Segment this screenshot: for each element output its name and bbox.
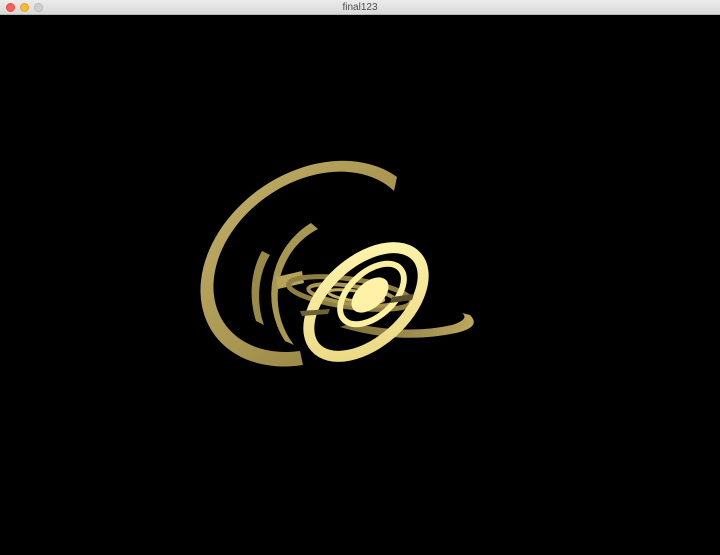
title-bar[interactable]: final123 <box>0 0 720 15</box>
opengl-canvas[interactable] <box>0 15 720 555</box>
rotating-rings-render <box>200 160 474 367</box>
dark-accent-segment-2 <box>300 309 330 316</box>
outer-ring-arc <box>200 160 397 367</box>
app-window: final123 <box>0 0 720 555</box>
window-title: final123 <box>342 2 378 13</box>
flat-ring-outer <box>286 274 414 312</box>
inner-left-arc-2 <box>251 251 270 325</box>
